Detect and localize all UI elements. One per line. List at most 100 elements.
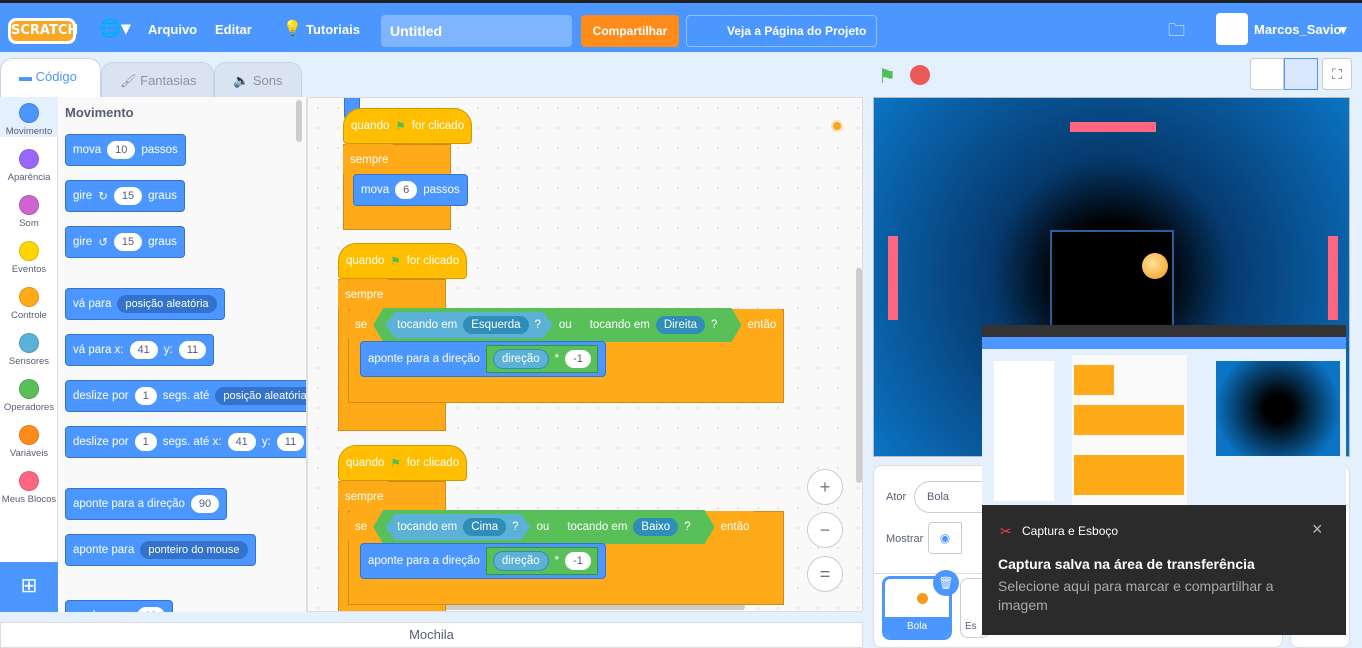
number-input[interactable]: 41 [227,433,256,451]
block-change-x[interactable]: mude x por 10 [65,600,173,612]
tab-code[interactable]: ▬ Código [0,58,101,98]
dropdown[interactable]: Cima [463,518,506,536]
touching-block[interactable]: tocando em Esquerda? [385,312,553,338]
small-stage-button[interactable] [1250,58,1284,90]
category-0[interactable]: Movimento [0,97,58,137]
boolean-or[interactable]: tocando em Esquerda? ou tocando em Direita? [373,308,741,342]
block-when-flag-clicked[interactable]: quando ⚑ for clicado [343,108,473,144]
category-4[interactable]: Controle [0,281,58,321]
delete-trash-icon[interactable]: 🗑 [933,570,959,596]
ball-sprite[interactable] [1142,253,1168,279]
backpack[interactable]: Mochila [0,622,863,648]
block-turn-right[interactable]: gire ↻ 15 graus [65,180,185,212]
category-2[interactable]: Som [0,189,58,229]
chevron-down-icon[interactable]: ▾ [1340,22,1347,38]
folder-icon[interactable]: 🗀 [1168,18,1185,47]
block-when-flag-clicked[interactable]: quando ⚑ for clicado [338,445,468,481]
dropdown[interactable]: posição aleatória [117,295,217,313]
dropdown[interactable]: Baixo [633,518,678,536]
category-7[interactable]: Variáveis [0,419,58,459]
block-move-steps[interactable]: mova 6 passos [353,174,468,206]
see-project-page-button[interactable]: Veja a Página do Projeto [686,15,877,47]
snip-notification[interactable]: ✂ Captura e Esboço × Captura salva na ár… [982,325,1346,635]
block-glide-xy[interactable]: deslize por 1 segs. até x: 41 y: 11 [65,426,306,458]
multiply-block[interactable]: direção * -1 [485,547,598,575]
block-text: vá para x: [73,344,124,356]
block-goto[interactable]: vá para posição aleatória [65,288,225,320]
username[interactable]: Marcos_Savio [1254,22,1341,37]
zoom-out-button[interactable]: − [807,512,843,548]
script-area[interactable]: + − = quando ⚑ for clicado sempre mova 6 passo… [307,97,863,612]
block-forever-label[interactable]: sempre [338,481,391,513]
number-input[interactable]: 1 [134,387,157,405]
block-if-header[interactable]: se tocando em Cima? ou tocando em Baixo? então [348,510,757,544]
category-color-icon [19,379,39,399]
block-forever-label[interactable]: sempre [343,144,396,176]
block-palette: Movimento mova 10 passos gire ↻ 15 graus gire ↺ 1… [58,97,307,612]
number-input[interactable]: 15 [113,233,143,251]
boolean-or[interactable]: tocando em Cima? ou tocando em Baixo? [373,510,714,544]
block-move-steps[interactable]: mova 10 passos [65,134,186,166]
direction-reporter[interactable]: direção [492,551,549,571]
number-input[interactable]: 10 [107,141,136,159]
category-label: Controle [11,310,47,321]
category-1[interactable]: Aparência [0,143,58,183]
category-8[interactable]: Meus Blocos [0,465,58,505]
number-input[interactable]: 6 [395,181,418,199]
palette-scrollbar[interactable] [296,100,302,142]
category-6[interactable]: Operadores [0,373,58,413]
number-input[interactable]: 15 [113,187,143,205]
green-flag-icon[interactable]: ⚑ [878,64,896,89]
scratch-logo[interactable]: SCRATCH [8,18,78,44]
number-input[interactable]: 11 [276,433,305,451]
block-turn-left[interactable]: gire ↺ 15 graus [65,226,185,258]
add-extension-button[interactable]: ⊞ [0,562,58,612]
block-when-flag-clicked[interactable]: quando ⚑ for clicado [338,243,468,279]
block-if-header[interactable]: se tocando em Esquerda? ou tocando em Direita… [348,308,784,342]
category-5[interactable]: Sensores [0,327,58,367]
menu-tutoriais[interactable]: Tutoriais [306,22,360,37]
touching-block[interactable]: tocando em Direita? [578,312,730,338]
avatar[interactable] [1216,13,1248,45]
menu-editar[interactable]: Editar [215,22,252,37]
number-input[interactable]: 10 [136,607,165,612]
menu-arquivo[interactable]: Arquivo [148,22,197,37]
zoom-in-button[interactable]: + [807,469,843,505]
tab-sounds[interactable]: 🔈 Sons [214,62,302,98]
zoom-reset-button[interactable]: = [807,556,843,592]
touching-block[interactable]: tocando em Cima? [385,514,530,540]
block-point-direction[interactable]: aponte para a direção 90 [65,488,228,520]
fullscreen-icon[interactable]: ⛶ [1322,58,1352,90]
show-eye-icon[interactable]: ◉ [928,522,962,554]
share-button[interactable]: Compartilhar [581,15,679,47]
number-input[interactable]: -1 [565,552,591,570]
block-point-direction[interactable]: aponte para a direção direção * -1 [360,341,606,377]
dropdown[interactable]: Esquerda [463,316,528,334]
block-goto-xy[interactable]: vá para x: 41 y: 11 [65,334,215,366]
block-text: passos [141,144,178,156]
project-title-input[interactable]: Untitled [381,15,572,47]
category-3[interactable]: Eventos [0,235,58,275]
vertical-scrollbar[interactable] [856,268,862,483]
number-input[interactable]: -1 [565,350,591,368]
number-input[interactable]: 90 [190,495,220,513]
dropdown[interactable]: ponteiro do mouse [140,541,248,559]
dropdown[interactable]: posição aleatória [215,387,306,405]
block-forever-label[interactable]: sempre [338,279,391,311]
block-point-towards[interactable]: aponte para ponteiro do mouse [65,534,256,566]
block-glide[interactable]: deslize por 1 segs. até posição aleatória [65,380,306,412]
number-input[interactable]: 1 [134,433,157,451]
multiply-block[interactable]: direção * -1 [485,345,598,373]
globe-icon[interactable]: 🌐▾ [99,18,130,39]
stop-icon[interactable] [910,65,930,85]
normal-stage-button[interactable] [1284,58,1318,90]
touching-block[interactable]: tocando em Baixo? [555,514,702,540]
close-icon[interactable]: × [1312,519,1323,540]
dropdown[interactable]: Direita [656,316,705,334]
sprite-thumb-label: Bola [885,617,949,637]
block-point-direction[interactable]: aponte para a direção direção * -1 [360,543,606,579]
tab-costumes[interactable]: 🖌 Fantasias [101,62,214,98]
number-input[interactable]: 41 [129,341,158,359]
direction-reporter[interactable]: direção [492,349,549,369]
number-input[interactable]: 11 [178,341,207,359]
